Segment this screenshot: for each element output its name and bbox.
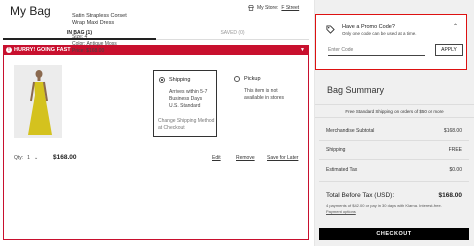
tag-icon [326, 25, 335, 34]
alert-icon: ! [6, 47, 12, 53]
store-icon [248, 5, 254, 11]
change-shipping-line: at Checkout [158, 125, 185, 131]
total-before-tax-row: Total Before Tax (USD): $168.00 [326, 192, 462, 199]
shipping-detail-line: U.S. Standard [169, 103, 201, 109]
pickup-detail-line: This item is not [244, 88, 278, 94]
summary-divider [319, 159, 469, 160]
page-title: My Bag [10, 4, 51, 18]
bag-panel: My Bag My Store: F Street IN BAG (1) SAV… [0, 0, 314, 246]
bag-tabs: IN BAG (1) SAVED (0) [3, 28, 309, 40]
collapse-caret-icon[interactable]: ⌃ [453, 23, 458, 30]
edit-link[interactable]: Edit [212, 155, 221, 161]
pickup-detail-line: available in stores [244, 95, 285, 101]
save-for-later-link[interactable]: Save for Later [267, 155, 298, 161]
promo-code-panel: Have a Promo Code? Only one code can be … [315, 14, 467, 70]
product-size: Size: 4 [72, 34, 88, 40]
summary-title: Bag Summary [327, 85, 385, 95]
item-total-price: $168.00 [53, 154, 77, 161]
shipping-option-details: Arrives within 5-7 Business Days U.S. St… [169, 89, 207, 110]
klarna-text: 4 payments of $42.00 or pay in 30 days w… [326, 203, 442, 208]
free-shipping-banner: Free Standard Shipping on orders of $50 … [315, 104, 474, 118]
pickup-option[interactable]: Pickup This item is not available in sto… [229, 70, 299, 137]
product-image[interactable] [14, 65, 62, 138]
promo-title: Have a Promo Code? [342, 24, 395, 30]
promo-subtitle: Only one code can be used at a time. [342, 31, 417, 36]
summary-divider [319, 140, 469, 141]
store-label: My Store: [257, 5, 279, 11]
promo-code-input[interactable] [328, 45, 425, 56]
qty-label: Qty: [14, 155, 24, 161]
klarna-message: 4 payments of $42.00 or pay in 30 days w… [326, 203, 462, 214]
estimated-tax-value: $0.00 [449, 167, 462, 173]
chevron-down-icon: ⌄ [33, 155, 39, 161]
collapse-caret-icon[interactable]: ▼ [300, 47, 305, 53]
payment-options-link[interactable]: Payment options [326, 209, 462, 215]
merchandise-subtotal-value: $168.00 [443, 128, 462, 134]
change-shipping-note: Change Shipping Method at Checkout [158, 118, 214, 132]
product-name[interactable]: Satin Strapless Corset Wrap Maxi Dress [72, 13, 136, 27]
store-name-link[interactable]: F Street [281, 5, 299, 11]
pickup-option-details: This item is not available in stores [244, 88, 284, 102]
shipping-option-label: Shipping [169, 77, 191, 83]
quantity-selector[interactable]: Qty: 1 ⌄ [14, 155, 38, 161]
pickup-option-label: Pickup [244, 76, 261, 82]
tab-saved[interactable]: SAVED (0) [156, 28, 309, 40]
remove-link[interactable]: Remove [236, 155, 255, 161]
product-color: Color: Antique Moss [72, 41, 117, 47]
total-label: Total Before Tax (USD): [326, 192, 395, 199]
shipping-label: Shipping [326, 147, 346, 153]
shipping-radio[interactable] [159, 77, 165, 83]
product-details: Size: 4 Color: Antique Moss Price: $168.… [72, 34, 117, 55]
checkout-button[interactable]: CHECKOUT [319, 228, 469, 240]
merchandise-subtotal-label: Merchandise Subtotal [326, 128, 375, 134]
pickup-radio[interactable] [234, 76, 240, 82]
hurry-text: HURRY! GOING FAST [14, 47, 71, 53]
qty-value: 1 [27, 155, 30, 161]
dress-illustration [14, 65, 62, 138]
shipping-value: FREE [448, 147, 462, 153]
estimated-tax-row: Estimated Tax $0.00 [326, 167, 462, 173]
summary-divider [319, 181, 469, 182]
change-shipping-line: Change Shipping Method [158, 118, 215, 124]
total-value: $168.00 [438, 192, 463, 199]
shipping-detail-line: Business Days [169, 96, 203, 102]
merchandise-subtotal-row: Merchandise Subtotal $168.00 [326, 128, 462, 134]
hurry-banner[interactable]: ! HURRY! GOING FAST ▼ [3, 45, 309, 55]
product-price: Price: $168.00 [72, 48, 105, 54]
shipping-option[interactable]: Shipping Arrives within 5-7 Business Day… [153, 70, 217, 137]
shipping-row: Shipping FREE [326, 147, 462, 153]
estimated-tax-label: Estimated Tax [326, 167, 358, 173]
shipping-detail-line: Arrives within 5-7 [169, 89, 208, 95]
apply-button[interactable]: APPLY [435, 44, 463, 56]
store-selector[interactable]: My Store: F Street [248, 5, 299, 11]
